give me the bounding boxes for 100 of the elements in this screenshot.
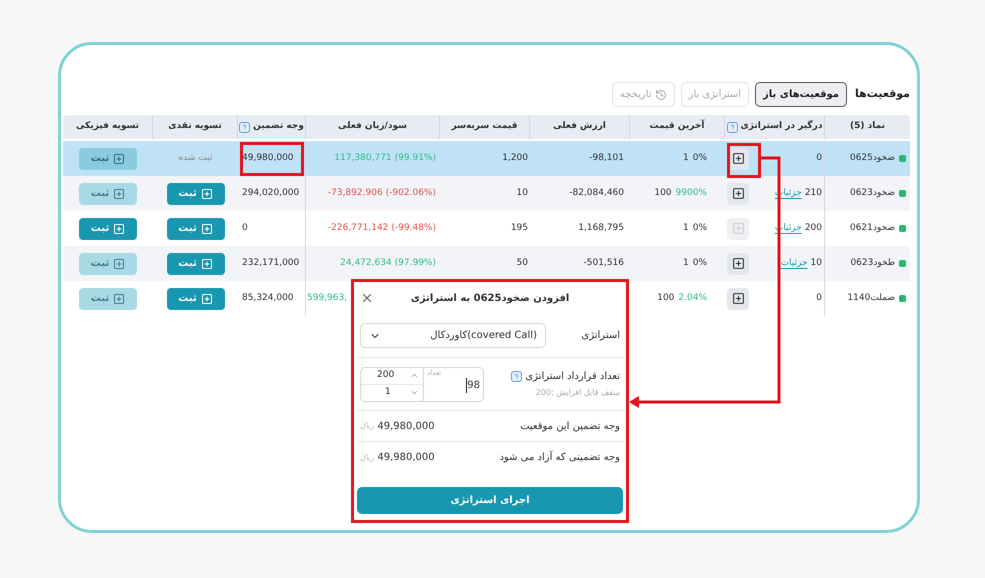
- register-button[interactable]: ثبت: [79, 218, 137, 240]
- tab[interactable]: استراتژی باز: [680, 82, 750, 107]
- column-header: وجه تضمین: [253, 120, 304, 134]
- history-icon: [654, 88, 667, 100]
- table-cell-text: ضملت1140: [847, 292, 895, 305]
- table-cell-text: 195: [510, 222, 528, 235]
- register-button[interactable]: ثبت: [166, 288, 224, 310]
- decrement-icon[interactable]: [410, 388, 419, 397]
- help-icon[interactable]: [511, 371, 522, 382]
- table-cell-text: 1: [682, 256, 689, 270]
- plus-icon: [732, 292, 744, 305]
- table-cell-text: 0: [816, 292, 822, 305]
- table-cell-text: 294,020,000: [242, 186, 300, 200]
- table-cell-text: 100: [654, 186, 672, 200]
- plus-icon: [113, 292, 126, 304]
- table-cell-text: -73,892,906: [328, 186, 383, 200]
- column-header: قیمت سربه‌سر: [452, 120, 518, 134]
- field-value: 98: [466, 378, 480, 393]
- close-button[interactable]: [360, 291, 374, 305]
- tab[interactable]: تاریخچه: [612, 82, 675, 107]
- table-cell-text: ضخود0623: [850, 186, 895, 200]
- table-cell-text: 0%: [692, 222, 707, 235]
- plus-icon: [732, 257, 744, 270]
- plus-icon: [732, 152, 744, 165]
- table-cell-text: ضخود0625: [850, 152, 895, 165]
- highlight-frame: [727, 143, 761, 178]
- table-cell-text: 0: [242, 222, 248, 235]
- table-cell-text: 100: [657, 292, 674, 305]
- amount-label: وجه تضمین این موقعیت: [520, 420, 620, 434]
- table-cell-text: 1: [682, 152, 689, 165]
- table-cell-text: 9900%: [676, 186, 707, 200]
- table-cell-text: (99.91%): [394, 152, 436, 165]
- table-cell-text: -226,771,142: [328, 222, 388, 235]
- strategy-select[interactable]: (covered Call)کاوردکال: [360, 323, 546, 348]
- run-strategy-button[interactable]: اجرای استراتژی: [357, 487, 623, 514]
- table-cell-text: 0: [816, 152, 822, 165]
- table-cell-text: 1: [682, 222, 689, 235]
- table-cell-text: (97.99%): [394, 256, 436, 270]
- dialog-title: افزودن ضخود0625 به استراتژی: [410, 292, 570, 306]
- table-cell-text: طخود0623: [850, 256, 895, 270]
- table-cell-text: 10: [516, 186, 528, 200]
- table-cell-text: 0%: [692, 152, 707, 165]
- plus-icon: [732, 222, 744, 235]
- column-header: ارزش فعلی: [553, 120, 606, 134]
- register-button[interactable]: ثبت: [166, 252, 224, 274]
- tab[interactable]: موقعیت‌های باز: [755, 82, 847, 107]
- plus-icon: [200, 222, 213, 234]
- table-cell-text: 200: [804, 222, 822, 235]
- table-cell-text: 599,963,: [307, 292, 348, 305]
- table-cell-text: 232,171,000: [242, 256, 300, 270]
- column-header: تسویه فیزیکی: [76, 120, 140, 134]
- field-label: استراتژی: [581, 329, 620, 343]
- plus-icon: [732, 187, 744, 200]
- table-cell-text: 1,200: [502, 152, 528, 165]
- details-link[interactable]: جزئیات: [780, 256, 808, 270]
- plus-icon: [200, 188, 213, 200]
- field-hint: سقف قابل افزایش :200: [534, 387, 620, 399]
- table-cell-text: 0%: [692, 256, 707, 270]
- table-cell-text: (-902.06%): [386, 186, 436, 200]
- section-title: موقعیت‌ها: [854, 86, 910, 102]
- add-strategy-button[interactable]: [727, 288, 749, 310]
- add-strategy-button[interactable]: [727, 182, 749, 204]
- help-icon[interactable]: [239, 122, 250, 132]
- plus-icon: [113, 188, 126, 200]
- table-cell-text: (-99.48%): [391, 222, 436, 235]
- highlight-frame: [240, 142, 304, 176]
- column-header: سود/زیان فعلی: [338, 120, 407, 134]
- register-button[interactable]: ثبت: [166, 182, 224, 204]
- table-cell-text: 2.04%: [678, 292, 707, 305]
- plus-icon: [113, 222, 126, 234]
- field-label: تعداد قرارداد استراتژی: [525, 370, 620, 384]
- table-cell-text: ضخود0621: [850, 222, 895, 235]
- increment-icon[interactable]: [410, 371, 419, 380]
- table-cell-text: 117,380,771: [334, 152, 392, 165]
- currency-unit: ریال: [360, 420, 374, 432]
- table-cell-text: 24,472,634: [340, 256, 392, 270]
- amount-value: 49,980,000: [377, 451, 435, 465]
- amount-label: وجه تضمینی که آزاد می شود: [499, 450, 620, 465]
- column-header: درگیر در استراتژی: [740, 120, 822, 134]
- table-cell-text: 49,980,000: [242, 152, 294, 165]
- add-strategy-button[interactable]: [727, 252, 749, 274]
- table-cell-text: ثبت شده: [178, 152, 212, 165]
- amount-value: 49,980,000: [377, 420, 435, 434]
- help-icon[interactable]: [726, 122, 738, 132]
- plus-icon: [113, 152, 126, 164]
- table-cell-text: -501,516: [584, 256, 624, 270]
- table-cell-text: 210: [804, 186, 822, 200]
- plus-icon: [200, 258, 213, 270]
- table-cell-text: 10: [810, 256, 822, 270]
- table-cell-text: -98,101: [589, 152, 624, 165]
- table-cell-text: 1,168,795: [578, 222, 624, 235]
- stepper-value: 200: [377, 368, 394, 382]
- table-cell-text: -82,084,460: [569, 186, 624, 200]
- register-button[interactable]: ثبت: [166, 218, 224, 240]
- currency-unit: ریال: [360, 452, 374, 464]
- column-header: نماد (5): [850, 120, 886, 134]
- plus-icon: [113, 258, 126, 270]
- table-cell-text: 85,324,000: [242, 292, 294, 305]
- column-header: آخرین قیمت: [650, 120, 704, 134]
- stepper-value: 1: [385, 386, 391, 399]
